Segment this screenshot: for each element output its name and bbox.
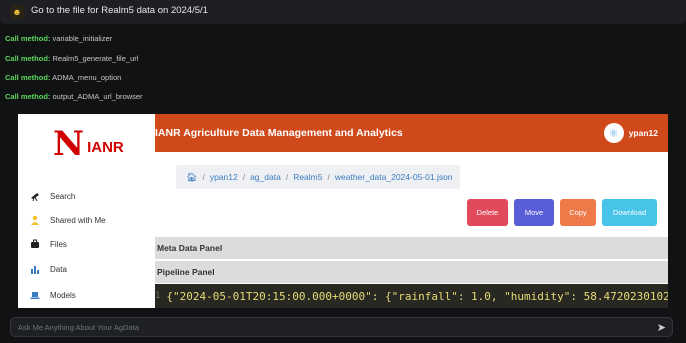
download-button[interactable]: Download <box>602 199 657 226</box>
sidebar-item-models[interactable]: Models <box>30 287 76 303</box>
panel-title: Meta Data Panel <box>157 243 223 253</box>
logo: N IANR <box>53 124 143 164</box>
app-header: IANR Agriculture Data Management and Ana… <box>155 114 668 152</box>
sidebar-item-data[interactable]: Data <box>30 261 67 277</box>
telescope-icon <box>30 191 40 201</box>
method-call: Call method: output_ADMA_url_browser <box>5 92 143 101</box>
username: ypan12 <box>628 128 658 138</box>
chat-input-placeholder: Ask Me Anything About Your AgData <box>18 323 139 332</box>
breadcrumb-item[interactable]: ag_data <box>250 172 281 182</box>
avatar-icon: ☻ <box>10 5 24 19</box>
method-label: Call method: <box>5 92 51 101</box>
method-name: Realm5_generate_file_url <box>52 54 139 63</box>
method-name: output_ADMA_url_browser <box>52 92 143 101</box>
sidebar-item-label: Search <box>50 191 76 201</box>
delete-button[interactable]: Delete <box>467 199 508 226</box>
logo-text: IANR <box>87 138 124 156</box>
breadcrumb-item[interactable]: Realm5 <box>293 172 322 182</box>
line-number: 1 <box>155 291 161 301</box>
user-icon <box>30 215 40 225</box>
app-title: IANR Agriculture Data Management and Ana… <box>155 127 403 139</box>
meta-data-panel[interactable]: Meta Data Panel <box>155 237 668 259</box>
sidebar-item-search[interactable]: Search <box>30 188 75 204</box>
breadcrumb-separator: / <box>285 172 289 182</box>
method-call: Call method: variable_initializer <box>5 34 112 43</box>
method-name: variable_initializer <box>52 34 113 43</box>
breadcrumb-item[interactable]: weather_data_2024-05-01.json <box>335 172 453 182</box>
breadcrumb: 🏠︎ / ypan12 / ag_data / Realm5 / weather… <box>176 165 460 189</box>
sidebar-item-label: Shared with Me <box>50 215 106 225</box>
send-icon[interactable]: ➤ <box>657 321 666 334</box>
sidebar-item-shared[interactable]: Shared with Me <box>30 212 106 228</box>
sidebar-item-label: Models <box>50 290 76 300</box>
json-code-viewer: 1 {"2024-05-01T20:15:00.000+0000": {"rai… <box>155 284 668 308</box>
method-label: Call method: <box>5 34 51 43</box>
panel-title: Pipeline Panel <box>157 267 215 277</box>
method-call: Call method: ADMA_menu_option <box>5 73 121 82</box>
chat-input-bar[interactable]: Ask Me Anything About Your AgData ➤ <box>10 317 673 337</box>
briefcase-icon <box>30 239 40 249</box>
bar-chart-icon <box>30 264 40 274</box>
pipeline-panel[interactable]: Pipeline Panel <box>155 261 668 283</box>
react-icon: ⚛ <box>603 123 624 143</box>
copy-button[interactable]: Copy <box>560 199 596 226</box>
method-name: ADMA_menu_option <box>52 73 122 82</box>
nebraska-n-logo: N <box>53 124 84 164</box>
sidebar-item-label: Files <box>50 239 67 249</box>
breadcrumb-separator: / <box>242 172 246 182</box>
breadcrumb-separator: / <box>327 172 330 182</box>
breadcrumb-item[interactable]: ypan12 <box>210 172 238 182</box>
sidebar: N IANR Search Shared with Me Files Data … <box>18 114 155 308</box>
move-button[interactable]: Move <box>514 199 554 226</box>
laptop-icon <box>30 290 40 300</box>
method-call: Call method: Realm5_generate_file_url <box>5 54 138 63</box>
user-message: ☻ Go to the file for Realm5 data on 2024… <box>0 0 686 24</box>
sidebar-item-label: Data <box>50 264 67 274</box>
adma-app-view: N IANR Search Shared with Me Files Data … <box>18 114 668 308</box>
user-message-text: Go to the file for Realm5 data on 2024/5… <box>31 5 208 16</box>
sidebar-item-files[interactable]: Files <box>30 236 67 252</box>
method-label: Call method: <box>5 54 51 63</box>
breadcrumb-separator: / <box>202 172 205 182</box>
code-line: {"2024-05-01T20:15:00.000+0000": {"rainf… <box>166 289 668 303</box>
method-label: Call method: <box>5 73 51 82</box>
home-icon[interactable]: 🏠︎ <box>186 172 197 183</box>
user-menu[interactable]: ⚛ ypan12 <box>603 122 658 144</box>
